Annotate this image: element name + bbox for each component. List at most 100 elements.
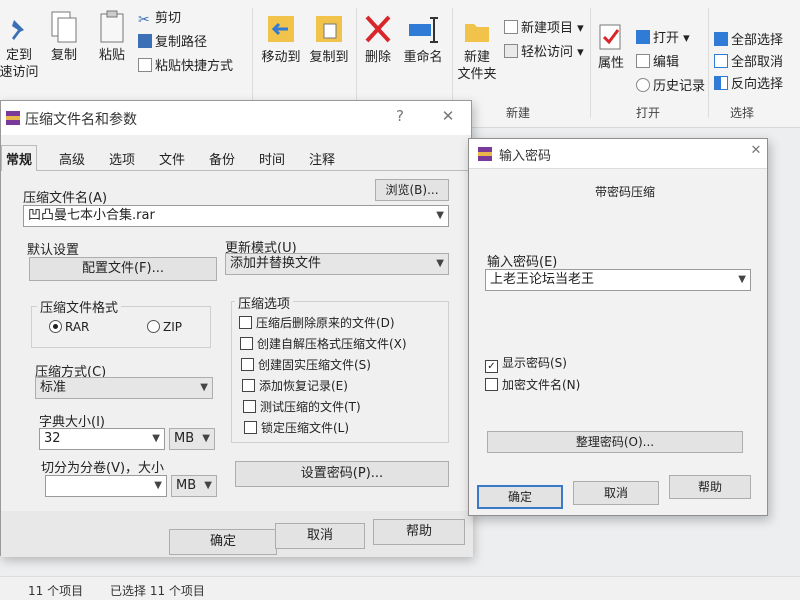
- compression-option-checkbox[interactable]: 压缩后删除原来的文件(D): [239, 315, 395, 331]
- close-icon[interactable]: ✕: [745, 143, 767, 158]
- split-unit-select[interactable]: MB ▼: [171, 475, 217, 497]
- select-group-label: 选择: [730, 106, 755, 120]
- pin-quick-access-button[interactable]: 定到 速访问: [0, 18, 40, 81]
- ok-button[interactable]: 确定: [169, 529, 277, 555]
- delete-label: 删除: [364, 50, 391, 65]
- copy-to-button[interactable]: 复制到: [306, 12, 352, 66]
- paste-button[interactable]: 粘贴: [92, 10, 132, 64]
- select-all-button[interactable]: 全部选择: [714, 32, 783, 49]
- dictionary-unit-select[interactable]: MB ▼: [169, 428, 215, 450]
- checkbox-unchecked-icon: [242, 379, 255, 392]
- split-unit-value: MB: [176, 478, 197, 493]
- password-cancel-button[interactable]: 取消: [573, 481, 659, 505]
- copy-to-icon: [316, 16, 342, 42]
- history-button[interactable]: 历史记录: [636, 78, 705, 95]
- compression-option-checkbox[interactable]: 创建自解压格式压缩文件(X): [240, 336, 407, 352]
- open-icon: [636, 30, 650, 44]
- chevron-down-icon: ▼: [152, 433, 160, 444]
- invert-selection-button[interactable]: 反向选择: [714, 76, 783, 93]
- tab-advanced[interactable]: 高级: [57, 149, 87, 168]
- set-password-button[interactable]: 设置密码(P)...: [235, 461, 449, 487]
- tab-backup[interactable]: 备份: [207, 149, 237, 168]
- item-count: 11 个项目: [28, 584, 84, 598]
- new-folder-button[interactable]: 新建 文件夹: [456, 16, 498, 83]
- compression-option-checkbox[interactable]: 测试压缩的文件(T): [243, 399, 361, 415]
- rename-button[interactable]: 重命名: [400, 12, 446, 66]
- checkbox-unchecked-icon: [243, 400, 256, 413]
- help-icon[interactable]: ?: [389, 107, 411, 125]
- cut-button[interactable]: ✂ 剪切: [138, 10, 181, 27]
- checkbox-unchecked-icon: [240, 337, 253, 350]
- selected-count: 已选择 11 个项目: [110, 584, 205, 598]
- properties-button[interactable]: 属性: [594, 22, 628, 72]
- chevron-down-icon: ▼: [738, 274, 746, 285]
- compression-option-label: 创建固实压缩文件(S): [258, 358, 371, 372]
- help-button[interactable]: 帮助: [373, 519, 465, 545]
- show-password-checkbox[interactable]: ✓ 显示密码(S): [485, 355, 567, 373]
- new-item-button[interactable]: 新建项目 ▾: [504, 20, 584, 37]
- move-to-label: 移动到: [261, 50, 301, 65]
- update-mode-select[interactable]: 添加并替换文件 ▼: [225, 253, 449, 275]
- tab-options[interactable]: 选项: [107, 149, 137, 168]
- delete-button[interactable]: 删除: [360, 12, 396, 66]
- browse-button[interactable]: 浏览(B)...: [375, 179, 449, 201]
- compression-option-label: 锁定压缩文件(L): [261, 421, 350, 435]
- copy-icon: [51, 11, 77, 43]
- paste-shortcut-label: 粘贴快捷方式: [155, 59, 234, 74]
- properties-label: 属性: [597, 56, 624, 71]
- format-rar-radio[interactable]: RAR: [49, 319, 89, 335]
- dictionary-size-input[interactable]: 32 ▼: [39, 428, 165, 450]
- tab-files[interactable]: 文件: [157, 149, 187, 168]
- dialog-tabs: 常规 高级 选项 文件 备份 时间 注释: [1, 145, 473, 171]
- compression-option-checkbox[interactable]: 创建固实压缩文件(S): [241, 357, 371, 373]
- edit-button[interactable]: 编辑: [636, 54, 679, 71]
- chevron-down-icon: ▼: [204, 480, 212, 491]
- dialog-title: 压缩文件名和参数: [25, 112, 137, 128]
- copy-button[interactable]: 复制: [44, 10, 84, 64]
- easy-access-button[interactable]: 轻松访问 ▾: [504, 44, 584, 61]
- paste-icon: [100, 10, 124, 43]
- format-zip-label: ZIP: [163, 320, 182, 334]
- encrypt-filenames-checkbox[interactable]: 加密文件名(N): [485, 377, 580, 393]
- password-input[interactable]: 上老王论坛当老王 ▼: [485, 269, 751, 291]
- profiles-button[interactable]: 配置文件(F)...: [29, 257, 217, 281]
- compression-option-checkbox[interactable]: 锁定压缩文件(L): [244, 420, 349, 436]
- select-none-button[interactable]: 全部取消: [714, 54, 783, 71]
- properties-check-icon: [599, 24, 621, 50]
- tab-general[interactable]: 常规: [1, 145, 38, 171]
- split-size-input[interactable]: ▼: [45, 475, 167, 497]
- archive-name-value: 凹凸曼七本小合集.rar: [28, 208, 155, 223]
- move-to-icon: [268, 16, 294, 42]
- dialog-titlebar: 压缩文件名和参数 ? ✕: [1, 101, 471, 135]
- select-none-icon: [714, 54, 728, 68]
- paste-shortcut-button[interactable]: 粘贴快捷方式: [138, 58, 233, 75]
- close-icon[interactable]: ✕: [437, 107, 459, 125]
- password-dialog-title: 输入密码: [499, 149, 552, 164]
- copy-path-button[interactable]: 复制路径: [138, 34, 207, 51]
- history-icon: [636, 78, 650, 92]
- format-zip-radio[interactable]: ZIP: [147, 319, 182, 335]
- chevron-down-icon: ▼: [436, 258, 444, 269]
- compression-method-select[interactable]: 标准 ▼: [35, 377, 213, 399]
- scissors-icon: ✂: [138, 12, 150, 28]
- archive-name-input[interactable]: 凹凸曼七本小合集.rar ▼: [23, 205, 449, 227]
- split-volumes-label: 切分为分卷(V)，大小: [41, 461, 165, 476]
- winrar-icon: [478, 147, 492, 161]
- compression-option-label: 测试压缩的文件(T): [260, 400, 361, 414]
- password-help-button[interactable]: 帮助: [669, 475, 751, 499]
- format-rar-label: RAR: [65, 320, 90, 334]
- radio-selected-icon: [49, 320, 62, 333]
- winrar-icon: [6, 111, 20, 125]
- compression-option-checkbox[interactable]: 添加恢复记录(E): [242, 378, 348, 394]
- password-ok-button[interactable]: 确定: [477, 485, 563, 509]
- move-to-button[interactable]: 移动到: [258, 12, 304, 66]
- history-label: 历史记录: [653, 79, 706, 94]
- new-folder-label: 新建 文件夹: [457, 50, 497, 82]
- open-group-label: 打开: [636, 106, 661, 120]
- open-button[interactable]: 打开 ▾: [636, 30, 690, 47]
- tab-time[interactable]: 时间: [257, 149, 287, 168]
- cancel-button[interactable]: 取消: [275, 523, 365, 549]
- organize-passwords-button[interactable]: 整理密码(O)...: [487, 431, 743, 453]
- open-label: 打开: [653, 31, 680, 46]
- tab-comment[interactable]: 注释: [307, 149, 337, 168]
